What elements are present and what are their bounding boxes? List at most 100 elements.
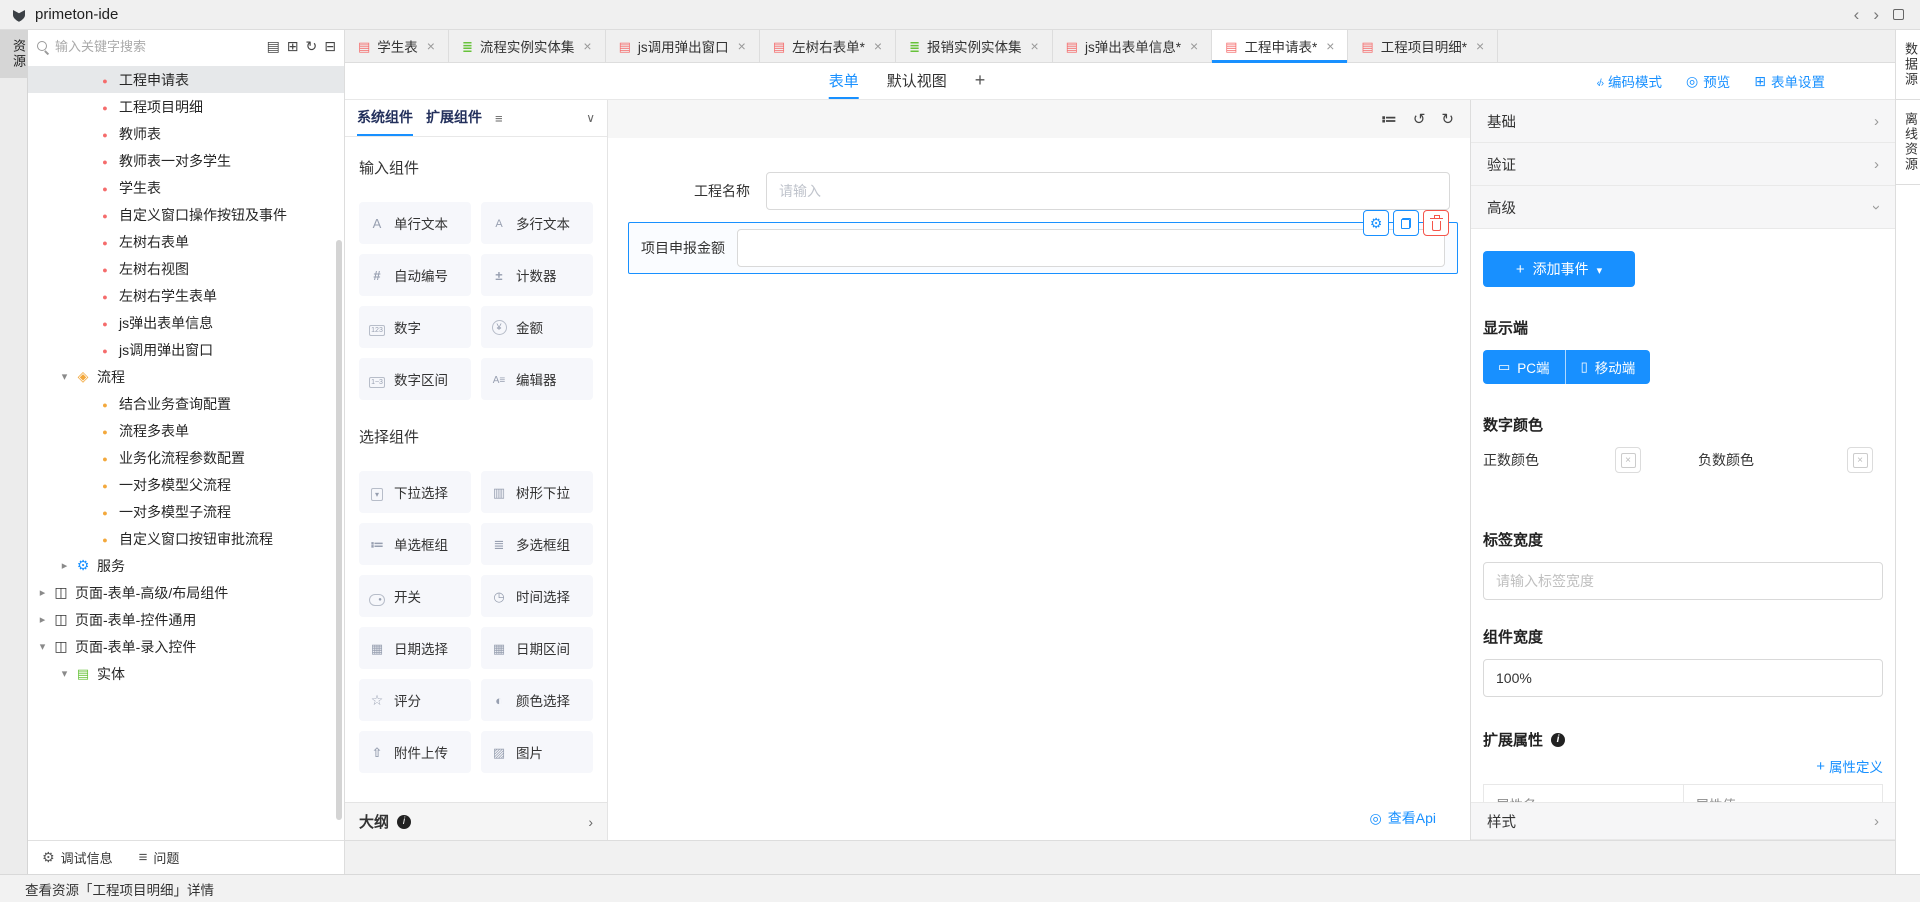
component-width-input[interactable] — [1483, 659, 1883, 697]
pc-side-button[interactable]: PC端 — [1483, 350, 1566, 384]
tree-row[interactable]: 业务化流程参数配置 — [28, 444, 344, 471]
new-folder-icon[interactable]: ⊞ — [287, 38, 299, 55]
problems-tab[interactable]: 问题 — [139, 848, 180, 867]
tree-row[interactable]: 左树右视图 — [28, 255, 344, 282]
palette-item[interactable]: 日期选择 — [359, 627, 471, 669]
tree-row[interactable]: 学生表 — [28, 174, 344, 201]
palette-collapse-icon[interactable] — [586, 111, 595, 125]
tab-close-icon[interactable] — [1190, 38, 1198, 54]
palette-item[interactable]: 自动编号 — [359, 254, 471, 296]
property-define-link[interactable]: 属性定义 — [1816, 756, 1883, 776]
nav-forward-icon[interactable]: › — [1873, 5, 1879, 25]
palette-item[interactable]: 多选框组 — [481, 523, 593, 565]
tree-row[interactable]: js调用弹出窗口 — [28, 336, 344, 363]
editor-tab[interactable]: 报销实例实体集 — [896, 30, 1053, 62]
label-width-input[interactable] — [1483, 562, 1883, 600]
palette-item[interactable]: 金额 — [481, 306, 593, 348]
tree-row[interactable]: 自定义窗口按钮审批流程 — [28, 525, 344, 552]
tree-row[interactable]: 左树右学生表单 — [28, 282, 344, 309]
tree-row[interactable]: 工程申请表 — [28, 66, 344, 93]
palette-tab-system[interactable]: 系统组件 — [357, 100, 413, 136]
tree-row[interactable]: 页面-表单-高级/布局组件 — [28, 579, 344, 606]
tab-close-icon[interactable] — [1326, 38, 1334, 54]
palette-item[interactable]: 单选框组 — [359, 523, 471, 565]
tree-row[interactable]: 教师表 — [28, 120, 344, 147]
field-declared-amount-selected[interactable]: 项目申报金额 — [628, 222, 1458, 274]
field-copy-button[interactable] — [1393, 210, 1419, 236]
view-tab-form[interactable]: 表单 — [829, 63, 859, 99]
style-section-header[interactable]: 样式 — [1471, 802, 1895, 840]
tree-row[interactable]: 工程项目明细 — [28, 93, 344, 120]
tree-row[interactable]: 结合业务查询配置 — [28, 390, 344, 417]
palette-menu-icon[interactable] — [495, 111, 503, 126]
tree-row[interactable]: 一对多模型父流程 — [28, 471, 344, 498]
negative-color-swatch[interactable] — [1847, 447, 1873, 473]
editor-tab[interactable]: 学生表 — [345, 30, 449, 62]
editor-tab[interactable]: js调用弹出窗口 — [606, 30, 760, 62]
editor-tab[interactable]: 工程申请表* — [1212, 30, 1348, 62]
palette-item[interactable]: 下拉选择 — [359, 471, 471, 513]
editor-tab[interactable]: 流程实例实体集 — [449, 30, 606, 62]
add-event-button[interactable]: 添加事件 — [1483, 251, 1635, 287]
tree-row[interactable]: 实体 — [28, 660, 344, 687]
tree-row[interactable]: 教师表一对多学生 — [28, 147, 344, 174]
collapse-all-icon[interactable]: ⊟ — [324, 38, 336, 55]
palette-item[interactable]: 图片 — [481, 731, 593, 773]
project-name-input[interactable] — [766, 172, 1450, 210]
tree-row[interactable]: js弹出表单信息 — [28, 309, 344, 336]
palette-item[interactable]: 附件上传 — [359, 731, 471, 773]
palette-item[interactable]: 开关 — [359, 575, 471, 617]
tree-row[interactable]: 流程多表单 — [28, 417, 344, 444]
field-delete-button[interactable] — [1423, 210, 1449, 236]
palette-item[interactable]: 树形下拉 — [481, 471, 593, 513]
outline-bar[interactable]: 大纲 — [345, 802, 607, 840]
tree-row[interactable]: 服务 — [28, 552, 344, 579]
editor-tab[interactable]: 工程项目明细* — [1348, 30, 1498, 62]
mobile-side-button[interactable]: 移动端 — [1566, 350, 1651, 384]
maximize-icon[interactable] — [1893, 9, 1904, 20]
field-project-name[interactable]: 工程名称 — [650, 172, 1450, 210]
import-resource-icon[interactable]: ▤ — [267, 38, 280, 55]
tree-row[interactable]: 左树右表单 — [28, 228, 344, 255]
preview-button[interactable]: 预览 — [1686, 71, 1730, 91]
tab-close-icon[interactable] — [738, 38, 746, 54]
tab-close-icon[interactable] — [1476, 38, 1484, 54]
refresh-icon[interactable]: ↻ — [306, 38, 318, 55]
nav-back-icon[interactable]: ‹ — [1854, 5, 1860, 25]
palette-item[interactable]: 计数器 — [481, 254, 593, 296]
field-settings-button[interactable] — [1363, 210, 1389, 236]
palette-item[interactable]: 单行文本 — [359, 202, 471, 244]
rail-item-datasource[interactable]: 数据源 — [1896, 30, 1920, 100]
tab-close-icon[interactable] — [427, 38, 435, 54]
palette-item[interactable]: 多行文本 — [481, 202, 593, 244]
view-api-link[interactable]: 查看Api — [1370, 808, 1436, 828]
tree-row[interactable]: 一对多模型子流程 — [28, 498, 344, 525]
debug-info-tab[interactable]: 调试信息 — [42, 848, 113, 867]
declared-amount-input[interactable] — [737, 229, 1445, 267]
structure-outline-icon[interactable] — [1381, 110, 1397, 128]
search-input[interactable] — [55, 39, 261, 54]
undo-icon[interactable] — [1413, 110, 1426, 128]
tree-row[interactable]: 流程 — [28, 363, 344, 390]
tab-close-icon[interactable] — [874, 38, 882, 54]
view-tab-default-view[interactable]: 默认视图 — [887, 63, 947, 99]
rail-item-resources[interactable]: 资源 — [0, 30, 28, 78]
property-section-header[interactable]: 基础 — [1471, 100, 1895, 143]
form-settings-button[interactable]: 表单设置 — [1754, 71, 1825, 91]
tree-row[interactable]: 自定义窗口操作按钮及事件 — [28, 201, 344, 228]
tree-row[interactable]: 页面-表单-控件通用 — [28, 606, 344, 633]
palette-item[interactable]: 颜色选择 — [481, 679, 593, 721]
positive-color-swatch[interactable] — [1615, 447, 1641, 473]
palette-item[interactable]: 数字 — [359, 306, 471, 348]
palette-item[interactable]: 时间选择 — [481, 575, 593, 617]
tree-scrollbar[interactable] — [336, 240, 342, 820]
tab-close-icon[interactable] — [1030, 38, 1038, 54]
property-section-header[interactable]: 验证 — [1471, 143, 1895, 186]
tab-close-icon[interactable] — [583, 38, 591, 54]
palette-tab-extension[interactable]: 扩展组件 — [426, 100, 482, 136]
add-view-button[interactable]: + — [975, 63, 986, 99]
rail-item-offline-resources[interactable]: 离线资源 — [1896, 100, 1920, 185]
redo-icon[interactable] — [1441, 110, 1454, 128]
palette-item[interactable]: 编辑器 — [481, 358, 593, 400]
palette-item[interactable]: 日期区间 — [481, 627, 593, 669]
